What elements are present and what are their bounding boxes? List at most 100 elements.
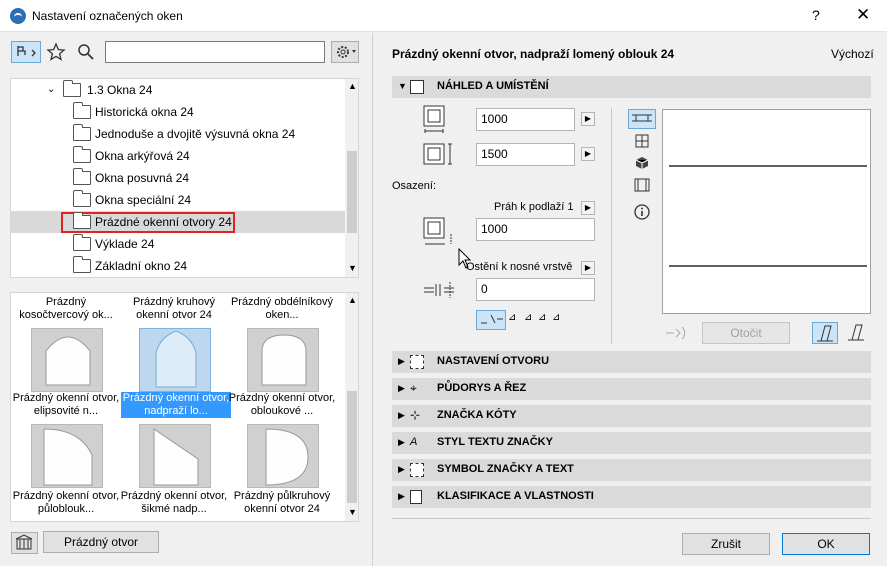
scroll-thumb[interactable]: [347, 151, 357, 233]
tree-item-label: Okna speciální 24: [95, 193, 192, 207]
gallery-label-selected[interactable]: Prázdný okenní otvor, nadpraží lo...: [121, 392, 231, 418]
chevron-right-icon: ▶: [398, 491, 405, 501]
help-button[interactable]: ?: [812, 7, 820, 23]
window-title: Nastavení označených oken: [32, 9, 183, 23]
view-front-icon[interactable]: [628, 133, 656, 153]
tree-item-historicka[interactable]: Historická okna 24: [11, 101, 345, 123]
sill-reference-label[interactable]: Práh k podlaží 1: [494, 201, 574, 213]
sill-reference-arrow[interactable]: ▶: [581, 201, 595, 215]
tree-scrollbar[interactable]: ▲ ▼: [345, 79, 358, 277]
section-label: PŮDORYS A ŘEZ: [437, 382, 527, 394]
reveal-reference-label[interactable]: Ostění k nosné vrstvě: [466, 261, 572, 273]
search-icon[interactable]: [76, 42, 96, 62]
dimension-marker-icon: ⊹: [410, 408, 421, 422]
half-arch-window-thumbnail[interactable]: [31, 424, 103, 488]
tree-item-vyklade[interactable]: Výklade 24: [11, 233, 345, 255]
view-section-icon[interactable]: [628, 177, 656, 197]
reveal-reference-arrow[interactable]: ▶: [581, 261, 595, 275]
gear-icon: [337, 46, 356, 58]
anchor-option-5-icon[interactable]: ⊿: [552, 312, 566, 328]
height-field[interactable]: 1500: [476, 143, 575, 166]
scroll-down-icon[interactable]: ▼: [348, 263, 357, 273]
gallery-label[interactable]: Prázdný okenní otvor, elipsovité n...: [11, 392, 121, 418]
object-type-button[interactable]: Prázdný otvor: [43, 531, 159, 553]
tree-item-posuvna[interactable]: Okna posuvná 24: [11, 167, 345, 189]
folder-icon: [73, 256, 91, 273]
info-icon[interactable]: [628, 203, 656, 223]
reveal-offset-icon: [422, 280, 458, 300]
cancel-button[interactable]: Zrušit: [682, 533, 770, 555]
height-icon: [422, 141, 456, 169]
gallery-label[interactable]: Prázdný půlkruhový okenní otvor 24: [227, 490, 337, 516]
chevron-down-icon[interactable]: ⌄: [47, 79, 55, 101]
gallery-label[interactable]: Prázdný okenní otvor, šikmé nadp...: [119, 490, 229, 516]
pointed-arch-window-thumbnail[interactable]: [139, 328, 211, 392]
library-manager-button[interactable]: [11, 532, 38, 554]
view-plan-icon[interactable]: [628, 109, 656, 129]
scroll-down-icon[interactable]: ▼: [348, 507, 357, 517]
folder-icon: [73, 212, 91, 229]
anchor-option-1-icon[interactable]: [476, 310, 506, 330]
scroll-up-icon[interactable]: ▲: [348, 295, 357, 305]
tree-item-vysuvna[interactable]: Jednoduše a dvojitě výsuvná okna 24: [11, 123, 345, 145]
sill-height-field[interactable]: 1000: [476, 218, 595, 241]
tree-item-label: Výklade 24: [95, 237, 155, 251]
folder-icon: [73, 190, 91, 207]
width-field[interactable]: 1000: [476, 108, 575, 131]
gallery-label[interactable]: Prázdný kosočtvercový ok...: [11, 296, 121, 322]
section-dimension-marker[interactable]: ▶ ⊹ ZNAČKA KÓTY: [392, 405, 871, 427]
favorites-star-icon[interactable]: [46, 42, 66, 62]
gallery-label[interactable]: Prázdný okenní otvor, obloukové ...: [227, 392, 337, 418]
section-label: KLASIFIKACE A VLASTNOSTI: [437, 490, 594, 502]
preview-pane: [662, 109, 871, 314]
reveal-offset-field[interactable]: 0: [476, 278, 595, 301]
section-preview-placement[interactable]: ▼ NÁHLED A UMÍSTĚNÍ: [392, 76, 871, 98]
arched-window-thumbnail[interactable]: [247, 328, 319, 392]
ok-button[interactable]: OK: [782, 533, 870, 555]
chevron-right-icon: ▶: [398, 464, 405, 474]
library-view-button[interactable]: [11, 41, 41, 63]
tree-item-label: Základní okno 24: [95, 259, 188, 273]
tree-item-prazdne[interactable]: Prázdné okenní otvory 24: [11, 211, 345, 233]
section-marker-text-style[interactable]: ▶ A STYL TEXTU ZNAČKY: [392, 432, 871, 454]
tree-item-specialni[interactable]: Okna speciální 24: [11, 189, 345, 211]
section-opening-settings[interactable]: ▶ NASTAVENÍ OTVORU: [392, 351, 871, 373]
gallery-label[interactable]: Prázdný obdélníkový oken...: [227, 296, 337, 322]
section-marker-symbol-text[interactable]: ▶ SYMBOL ZNAČKY A TEXT: [392, 459, 871, 481]
gallery-label[interactable]: Prázdný okenní otvor, půloblouk...: [11, 490, 121, 516]
section-label: STYL TEXTU ZNAČKY: [437, 436, 553, 448]
elliptical-window-thumbnail[interactable]: [31, 328, 103, 392]
anchor-option-3-icon[interactable]: ⊿: [524, 312, 538, 328]
section-label: ZNAČKA KÓTY: [437, 409, 517, 421]
rotate-button[interactable]: Otočit: [702, 322, 790, 344]
library-settings-button[interactable]: [331, 41, 359, 63]
panel-divider: [372, 33, 373, 566]
section-plan-section[interactable]: ▶ ⌖ PŮDORYS A ŘEZ: [392, 378, 871, 400]
semicircular-window-thumbnail[interactable]: [247, 424, 319, 488]
chevron-right-icon: ▶: [398, 383, 405, 393]
anchor-option-2-icon[interactable]: ⊿: [508, 312, 522, 328]
gallery-scrollbar[interactable]: ▲ ▼: [345, 293, 358, 521]
library-tree-icon: [17, 46, 36, 57]
search-input[interactable]: [105, 41, 325, 63]
height-link-arrow[interactable]: ▶: [581, 147, 595, 161]
tree-item-arkyrova[interactable]: Okna arkýřová 24: [11, 145, 345, 167]
close-button[interactable]: ✕: [856, 5, 870, 25]
tree-item-okna[interactable]: ⌄ 1.3 Okna 24: [11, 79, 345, 101]
view-3d-icon[interactable]: [628, 155, 656, 175]
plan-preview-drawing: [669, 165, 867, 267]
tree-item-zakladni[interactable]: Základní okno 24: [11, 255, 345, 277]
placement-label: Osazení:: [392, 180, 437, 192]
width-link-arrow[interactable]: ▶: [581, 112, 595, 126]
default-label[interactable]: Výchozí: [831, 47, 874, 61]
section-classification-properties[interactable]: ▶ KLASIFIKACE A VLASTNOSTI: [392, 486, 871, 508]
scroll-thumb[interactable]: [347, 391, 357, 503]
anchor-option-4-icon[interactable]: ⊿: [538, 312, 552, 328]
mirror-right-icon[interactable]: [844, 322, 870, 344]
scroll-up-icon[interactable]: ▲: [348, 81, 357, 91]
width-icon: [422, 104, 446, 134]
object-gallery: Prázdný kosočtvercový ok... Prázdný kruh…: [10, 292, 359, 522]
gallery-label[interactable]: Prázdný kruhový okenní otvor 24: [119, 296, 229, 322]
sloped-window-thumbnail[interactable]: [139, 424, 211, 488]
mirror-left-icon[interactable]: [812, 322, 838, 344]
